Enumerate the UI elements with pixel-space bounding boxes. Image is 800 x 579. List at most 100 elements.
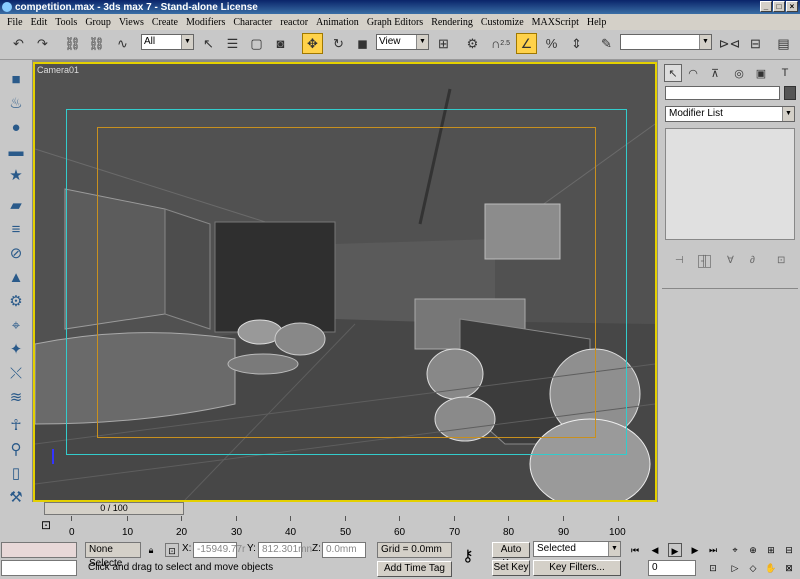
link-icon[interactable]: ⛓ [62, 33, 83, 54]
zoom-icon[interactable]: ⌖ [728, 543, 742, 557]
edit-named-selection-icon[interactable]: ✎ [596, 33, 617, 54]
layer-manager-icon[interactable]: ▤ [773, 33, 794, 54]
snap-toggle-icon[interactable]: ∩ 2.5 [490, 33, 511, 54]
configure-sets-icon[interactable]: ⊡ [777, 255, 785, 266]
motion-tab-icon[interactable]: ◎ [730, 64, 748, 82]
align-icon[interactable]: ⊟ [745, 33, 766, 54]
rect-selection-icon[interactable]: ▢ [246, 33, 267, 54]
close-button[interactable]: × [786, 1, 798, 12]
menu-help[interactable]: Help [583, 17, 610, 28]
key-filters-button[interactable]: Key Filters... [533, 560, 621, 576]
spacewarp-icon[interactable]: ≋ [5, 386, 27, 408]
camera-icon[interactable]: ⌖ [5, 314, 27, 336]
menu-edit[interactable]: Edit [27, 17, 52, 28]
menu-reactor[interactable]: reactor [276, 17, 312, 28]
perspective-icon[interactable]: ◇ [746, 561, 760, 575]
lock-selection-icon[interactable]: 🔒︎ [144, 543, 158, 557]
cone-icon[interactable]: ▲ [5, 266, 27, 288]
teapot-icon[interactable]: ♨ [5, 92, 27, 114]
key-mode-dropdown[interactable]: Selected ▼ [533, 541, 621, 557]
cylinder-icon[interactable]: ≡ [5, 218, 27, 240]
goto-start-icon[interactable]: ⏮ [628, 543, 642, 557]
camera-viewport[interactable]: Camera01 [33, 62, 657, 502]
menu-rendering[interactable]: Rendering [427, 17, 477, 28]
maxscript-listener-mini[interactable] [1, 542, 77, 558]
bind-space-warp-icon[interactable]: ∿ [112, 33, 133, 54]
play-icon[interactable]: ▶ [668, 543, 682, 557]
object-color-swatch[interactable] [784, 86, 796, 100]
loft-icon[interactable]: ▰ [5, 194, 27, 216]
menu-tools[interactable]: Tools [51, 17, 81, 28]
display-tab-icon[interactable]: ▣ [752, 64, 770, 82]
add-time-tag-button[interactable]: Add Time Tag [377, 561, 452, 577]
mirror-icon[interactable]: ⊳⊲ [719, 33, 741, 54]
track-bar[interactable]: ⊡ 0 10 20 30 40 50 60 70 80 90 100 [33, 516, 659, 540]
move-icon[interactable]: ✥ [302, 33, 323, 54]
box-icon[interactable]: ■ [5, 68, 27, 90]
menu-graph-editors[interactable]: Graph Editors [363, 17, 427, 28]
star-icon[interactable]: ★ [5, 164, 27, 186]
make-unique-icon[interactable]: ∀ [727, 255, 734, 266]
maximize-button[interactable]: □ [773, 1, 785, 12]
hierarchy-tab-icon[interactable]: ⊼ [706, 64, 724, 82]
sphere-icon[interactable]: ● [5, 116, 27, 138]
redo-icon[interactable]: ↷ [32, 33, 53, 54]
utilities-tab-icon[interactable]: T [776, 64, 794, 82]
modify-tab-icon[interactable]: ◠ [684, 64, 702, 82]
named-selection-dropdown[interactable]: ▼ [620, 34, 712, 50]
current-frame-field[interactable]: 0 [648, 560, 696, 576]
tube-icon[interactable]: ⊘ [5, 242, 27, 264]
set-key-button[interactable]: Set Key [492, 560, 530, 576]
undo-icon[interactable]: ↶ [8, 33, 29, 54]
remove-modifier-icon[interactable]: ∂ [750, 255, 755, 266]
modifier-list-dropdown[interactable]: Modifier List ▼ [665, 106, 795, 122]
orbit-icon[interactable]: ✋ [764, 561, 778, 575]
zoom-extents-all-icon[interactable]: ⊟ [782, 543, 796, 557]
select-by-name-icon[interactable]: ☰ [222, 33, 243, 54]
prev-frame-icon[interactable]: ◀ [648, 543, 662, 557]
maximize-viewport-icon[interactable]: ⊠ [782, 561, 796, 575]
menu-create[interactable]: Create [148, 17, 182, 28]
spinner-snap-icon[interactable]: ⇕ [566, 33, 587, 54]
menu-group[interactable]: Group [81, 17, 115, 28]
scale-icon[interactable]: ◼ [352, 33, 373, 54]
selection-filter-dropdown[interactable]: All ▼ [141, 34, 194, 50]
bone-icon[interactable]: ⚲ [5, 438, 27, 460]
select-object-icon[interactable]: ↖ [198, 33, 219, 54]
menu-views[interactable]: Views [115, 17, 148, 28]
zoom-all-icon[interactable]: ⊕ [746, 543, 760, 557]
pin-stack-icon[interactable]: ⊣ [675, 255, 684, 266]
auto-key-button[interactable]: Auto Key [492, 542, 530, 569]
menu-modifiers[interactable]: Modifiers [182, 17, 229, 28]
show-end-result-icon[interactable]: ╢ [698, 255, 712, 268]
next-frame-icon[interactable]: ▶ [688, 543, 702, 557]
window-crossing-icon[interactable]: ◙ [270, 33, 291, 54]
helper-icon[interactable]: ⤬ [5, 362, 27, 384]
key-icon[interactable]: ⚷ [462, 546, 474, 566]
menu-maxscript[interactable]: MAXScript [528, 17, 583, 28]
y-coord-field[interactable]: 812.301mn [258, 542, 312, 558]
plane-icon[interactable]: ▬ [5, 140, 27, 162]
menu-customize[interactable]: Customize [477, 17, 528, 28]
create-tab-icon[interactable]: ↖ [664, 64, 682, 82]
menu-character[interactable]: Character [229, 17, 276, 28]
object-name-field[interactable] [665, 86, 780, 100]
select-manipulate-icon[interactable]: ⚙ [462, 33, 483, 54]
rotate-icon[interactable]: ↻ [328, 33, 349, 54]
gear-icon[interactable]: ⚙ [5, 290, 27, 312]
unlink-icon[interactable]: ⛓ [86, 33, 107, 54]
dolly-icon[interactable]: ▷ [728, 561, 742, 575]
x-coord-field[interactable]: -15949.77r [193, 542, 245, 558]
minimize-button[interactable]: _ [760, 1, 772, 12]
angle-snap-icon[interactable]: ∠ [516, 33, 537, 54]
maxscript-input[interactable] [1, 560, 77, 576]
reference-coord-dropdown[interactable]: View ▼ [376, 34, 429, 50]
system-icon[interactable]: ▯ [5, 462, 27, 484]
modifier-stack[interactable] [665, 128, 795, 240]
time-config-icon[interactable]: ⊡ [706, 561, 720, 575]
biped-icon[interactable]: ☥ [5, 414, 27, 436]
menu-file[interactable]: File [3, 17, 27, 28]
pivot-center-icon[interactable]: ⊞ [433, 33, 454, 54]
utility-icon[interactable]: ⚒ [5, 486, 27, 508]
percent-snap-icon[interactable]: % [541, 33, 562, 54]
